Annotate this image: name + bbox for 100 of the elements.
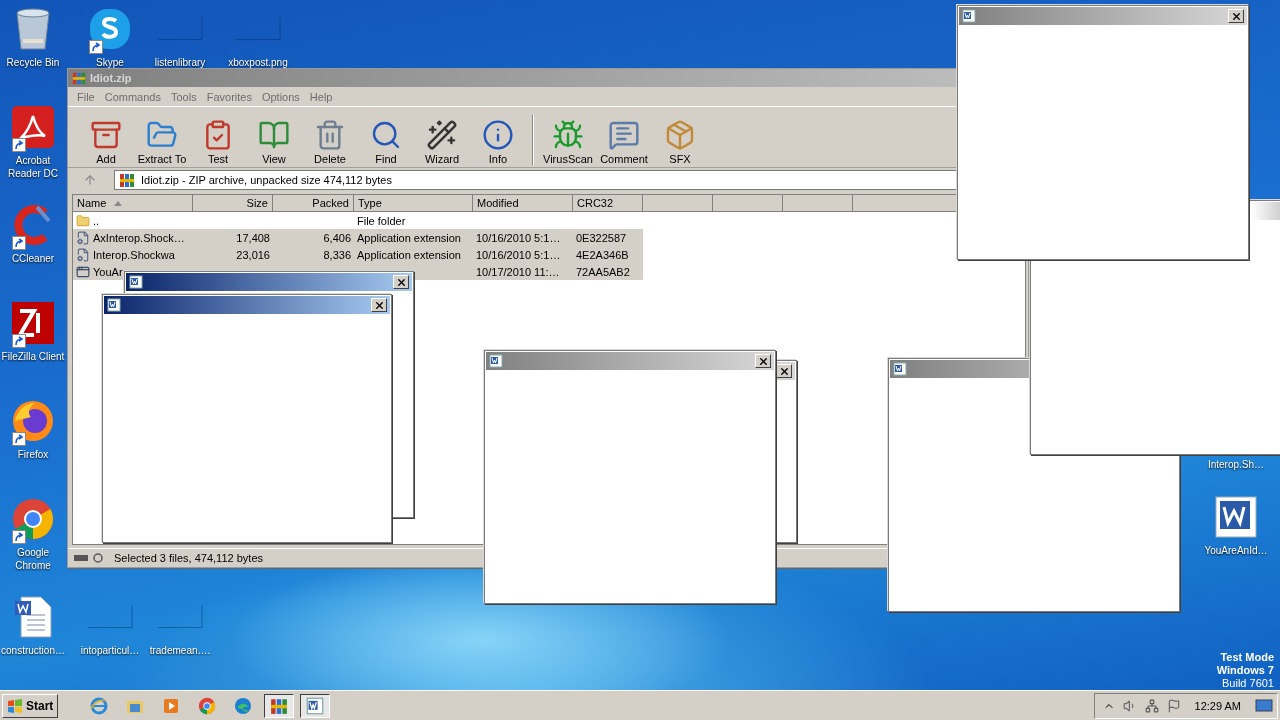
column-header[interactable]: CRC32 bbox=[573, 195, 643, 212]
toolbar-button[interactable]: SFX bbox=[652, 109, 708, 165]
toolbar-button[interactable]: Delete bbox=[302, 109, 358, 165]
toolbar-button[interactable]: Comment bbox=[596, 109, 652, 165]
column-header[interactable]: Type bbox=[354, 195, 473, 212]
desktop-icon-label[interactable]: CCleaner bbox=[11, 252, 55, 265]
desktop-icon-label[interactable]: construction… bbox=[1, 644, 65, 657]
close-button[interactable] bbox=[371, 298, 387, 312]
blank-file-icon bbox=[87, 605, 133, 629]
menu-item[interactable]: Favorites bbox=[201, 90, 257, 103]
menu-item[interactable]: Tools bbox=[166, 90, 202, 103]
menu-item[interactable]: Options bbox=[256, 90, 305, 103]
toolbar-button[interactable]: Info bbox=[470, 109, 526, 165]
column-header[interactable]: Packed bbox=[273, 195, 354, 212]
clock-time[interactable]: 12:29 AM bbox=[1194, 699, 1241, 712]
desktop-icon-label[interactable]: Skype bbox=[96, 56, 124, 69]
ftp-app-icon bbox=[11, 301, 55, 345]
toolbar-button[interactable]: Extract To bbox=[134, 109, 190, 165]
flag-icon[interactable] bbox=[1166, 698, 1181, 713]
monitor-icon[interactable] bbox=[1255, 698, 1273, 713]
cell-text: 6,406 bbox=[323, 231, 351, 244]
toolbar-button[interactable]: Add bbox=[78, 109, 134, 165]
column-header[interactable]: Size bbox=[193, 195, 273, 212]
column-header[interactable] bbox=[783, 195, 853, 212]
file-row[interactable]: Interop.Shockwa 23,016 8,336 Application extension 10/16/2010 5:1… 4E2A346B bbox=[73, 246, 643, 263]
close-button[interactable] bbox=[755, 354, 771, 368]
window-title: Idiot.zip bbox=[90, 72, 132, 84]
shortcut-arrow-icon bbox=[89, 40, 103, 54]
close-icon bbox=[778, 365, 790, 377]
desktop-icon-label[interactable]: YouAreAnId… bbox=[1204, 544, 1268, 557]
shortcut-arrow-icon bbox=[12, 334, 26, 348]
menu-item[interactable]: Commands bbox=[99, 90, 166, 103]
address-text: Idiot.zip - ZIP archive, unpacked size 474,112 bytes bbox=[141, 174, 392, 186]
cloud-icon bbox=[89, 8, 131, 50]
column-header[interactable] bbox=[643, 195, 713, 212]
desktop-icon-label[interactable]: xboxpost.png bbox=[228, 56, 288, 69]
desktop-icon-label[interactable]: intoparticul… bbox=[80, 644, 140, 657]
cell-text: 10/16/2010 5:1… bbox=[476, 248, 561, 261]
cell-text: 4E2A346B bbox=[576, 248, 629, 261]
chrome-browser-icon bbox=[198, 696, 217, 715]
blank-file-icon bbox=[235, 17, 281, 41]
document-icon bbox=[1214, 495, 1258, 539]
column-header[interactable]: Name bbox=[73, 195, 193, 212]
file-row[interactable]: AxInterop.Shock… 17,408 6,406 Application extension 10/16/2010 5:1… 0E322587 bbox=[73, 229, 643, 246]
windows-logo-icon bbox=[7, 698, 23, 713]
taskbar-app-button[interactable] bbox=[264, 693, 295, 718]
drive-icon bbox=[74, 553, 106, 563]
wand-icon bbox=[426, 119, 458, 151]
cell-text: YouAr bbox=[93, 265, 123, 278]
toolbar-button[interactable]: Wizard bbox=[414, 109, 470, 165]
close-icon bbox=[757, 355, 769, 367]
shortcut-arrow-icon bbox=[12, 138, 26, 152]
folder-icon bbox=[76, 213, 90, 228]
network-icon[interactable] bbox=[1144, 698, 1159, 713]
toolbar-button[interactable]: VirusScan bbox=[540, 109, 596, 165]
start-button[interactable]: Start bbox=[2, 693, 59, 718]
taskbar-app-button[interactable] bbox=[300, 693, 331, 718]
close-icon bbox=[395, 276, 407, 288]
document-icon bbox=[489, 354, 503, 368]
desktop-icon-label[interactable]: Acrobat Reader DC bbox=[0, 154, 66, 180]
cell-text: 0E322587 bbox=[576, 231, 627, 244]
system-notice-text: Test Mode bbox=[1220, 651, 1274, 664]
cell-text: File folder bbox=[357, 214, 406, 227]
close-icon bbox=[373, 299, 385, 311]
browser-e-icon bbox=[90, 696, 109, 715]
pdf-app-icon bbox=[11, 105, 55, 149]
toolbar-button[interactable]: Find bbox=[358, 109, 414, 165]
info-icon bbox=[482, 119, 514, 151]
desktop-icon-label[interactable]: Recycle Bin bbox=[6, 56, 60, 69]
archive-app-icon bbox=[119, 172, 135, 188]
system-notice-text: Windows 7 bbox=[1216, 664, 1274, 677]
close-button[interactable] bbox=[393, 275, 409, 289]
document-icon bbox=[893, 362, 907, 376]
wave-browser-icon bbox=[234, 696, 253, 715]
up-arrow-icon bbox=[83, 173, 97, 187]
speech-bubble-icon bbox=[608, 119, 640, 151]
gear-file-icon bbox=[76, 247, 90, 262]
shortcut-arrow-icon bbox=[12, 236, 26, 250]
cell-text: 8,336 bbox=[323, 248, 351, 261]
column-header[interactable] bbox=[713, 195, 783, 212]
cell-text: 23,016 bbox=[236, 248, 270, 261]
desktop-icon-label[interactable]: Firefox bbox=[17, 448, 49, 461]
desktop-icon-label[interactable]: Interop.Sh… bbox=[1207, 458, 1265, 471]
cell-text: Interop.Shockwa bbox=[93, 248, 175, 261]
recycle-bin-icon bbox=[13, 7, 53, 51]
search-icon bbox=[370, 119, 402, 151]
system-notice-text: Build 7601 bbox=[1222, 677, 1274, 690]
document-icon bbox=[107, 298, 121, 312]
column-header[interactable]: Modified bbox=[473, 195, 573, 212]
cell-text: AxInterop.Shock… bbox=[93, 231, 185, 244]
desktop-icon-label[interactable]: listenlibrary bbox=[154, 56, 206, 69]
desktop-icon-label[interactable]: trademean…. bbox=[149, 644, 211, 657]
desktop-icon-label[interactable]: Google Chrome bbox=[0, 546, 66, 572]
toolbar-button[interactable]: Test bbox=[190, 109, 246, 165]
cell-text: .. bbox=[93, 214, 100, 227]
desktop-icon-label[interactable]: FileZilla Client bbox=[1, 350, 65, 363]
bug-icon bbox=[552, 119, 584, 151]
close-button[interactable] bbox=[1228, 9, 1244, 23]
toolbar-button[interactable]: View bbox=[246, 109, 302, 165]
archive-app-icon bbox=[72, 71, 86, 85]
